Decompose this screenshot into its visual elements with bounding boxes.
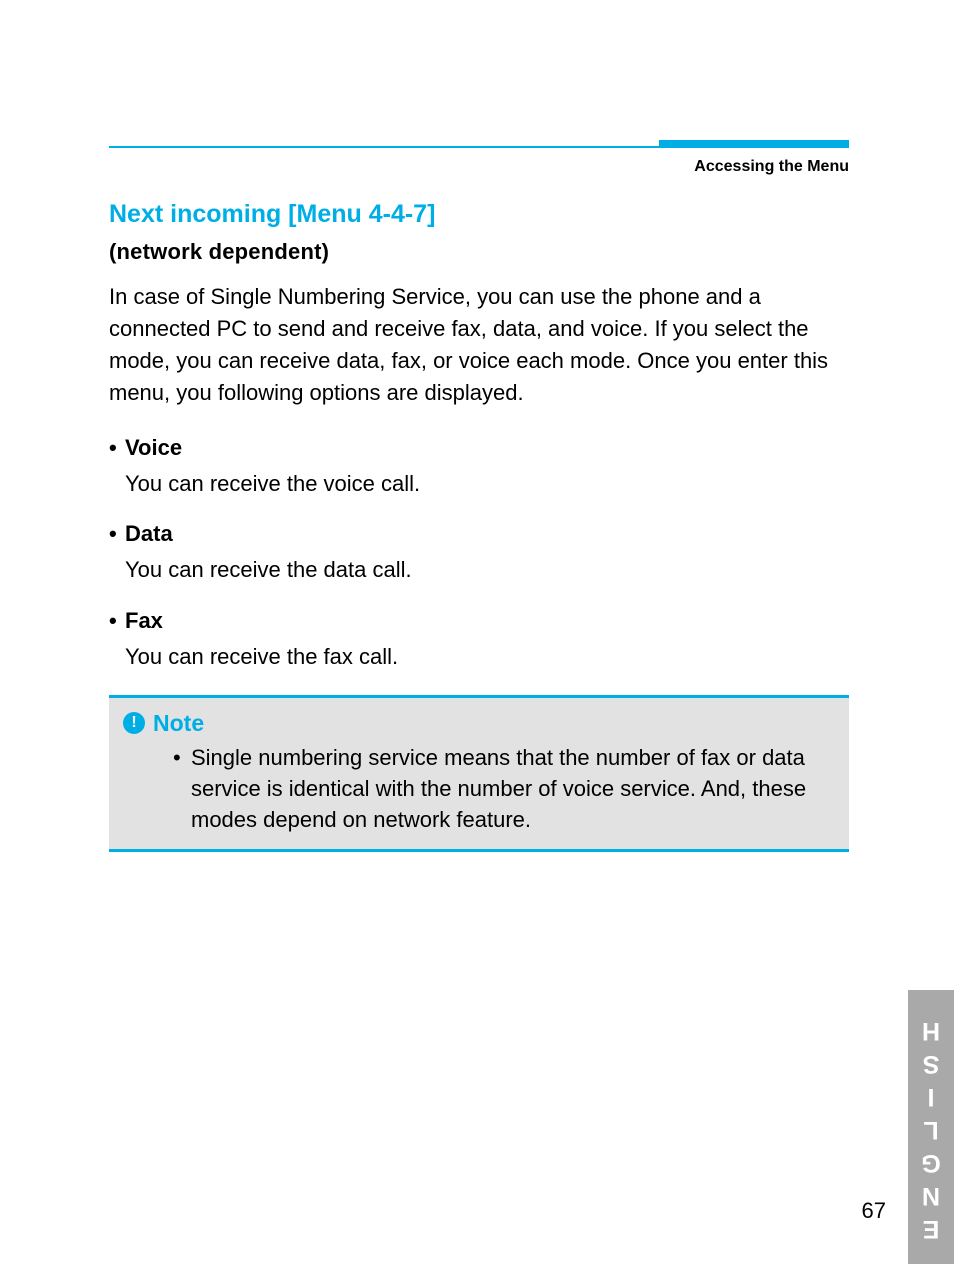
info-icon: ! xyxy=(123,712,145,734)
page-content: Accessing the Menu Next incoming [Menu 4… xyxy=(109,140,849,852)
option-label: Voice xyxy=(125,435,182,461)
option-fax: • Fax You can receive the fax call. xyxy=(109,608,849,673)
note-text: Single numbering service means that the … xyxy=(191,743,831,835)
section-subtitle: (network dependent) xyxy=(109,239,849,265)
bullet-icon: • xyxy=(109,521,125,547)
bullet-icon: • xyxy=(109,435,125,461)
option-voice: • Voice You can receive the voice call. xyxy=(109,435,849,500)
option-label: Fax xyxy=(125,608,163,634)
header-rule-thick xyxy=(659,140,849,148)
note-title: Note xyxy=(153,710,204,737)
note-box: ! Note • Single numbering service means … xyxy=(109,695,849,852)
language-tab-label: ENGLISH xyxy=(917,1012,946,1243)
note-body: • Single numbering service means that th… xyxy=(173,743,831,835)
section-body: In case of Single Numbering Service, you… xyxy=(109,281,849,409)
option-label: Data xyxy=(125,521,173,547)
option-desc: You can receive the fax call. xyxy=(125,642,849,673)
option-data: • Data You can receive the data call. xyxy=(109,521,849,586)
page-number: 67 xyxy=(862,1198,886,1224)
option-desc: You can receive the voice call. xyxy=(125,469,849,500)
bullet-icon: • xyxy=(173,743,191,835)
note-header: ! Note xyxy=(123,710,831,737)
header-rule xyxy=(109,140,849,148)
running-header: Accessing the Menu xyxy=(109,158,849,176)
section-title: Next incoming [Menu 4-4-7] xyxy=(109,200,849,229)
bullet-icon: • xyxy=(109,608,125,634)
language-tab: ENGLISH xyxy=(908,990,954,1264)
option-desc: You can receive the data call. xyxy=(125,555,849,586)
